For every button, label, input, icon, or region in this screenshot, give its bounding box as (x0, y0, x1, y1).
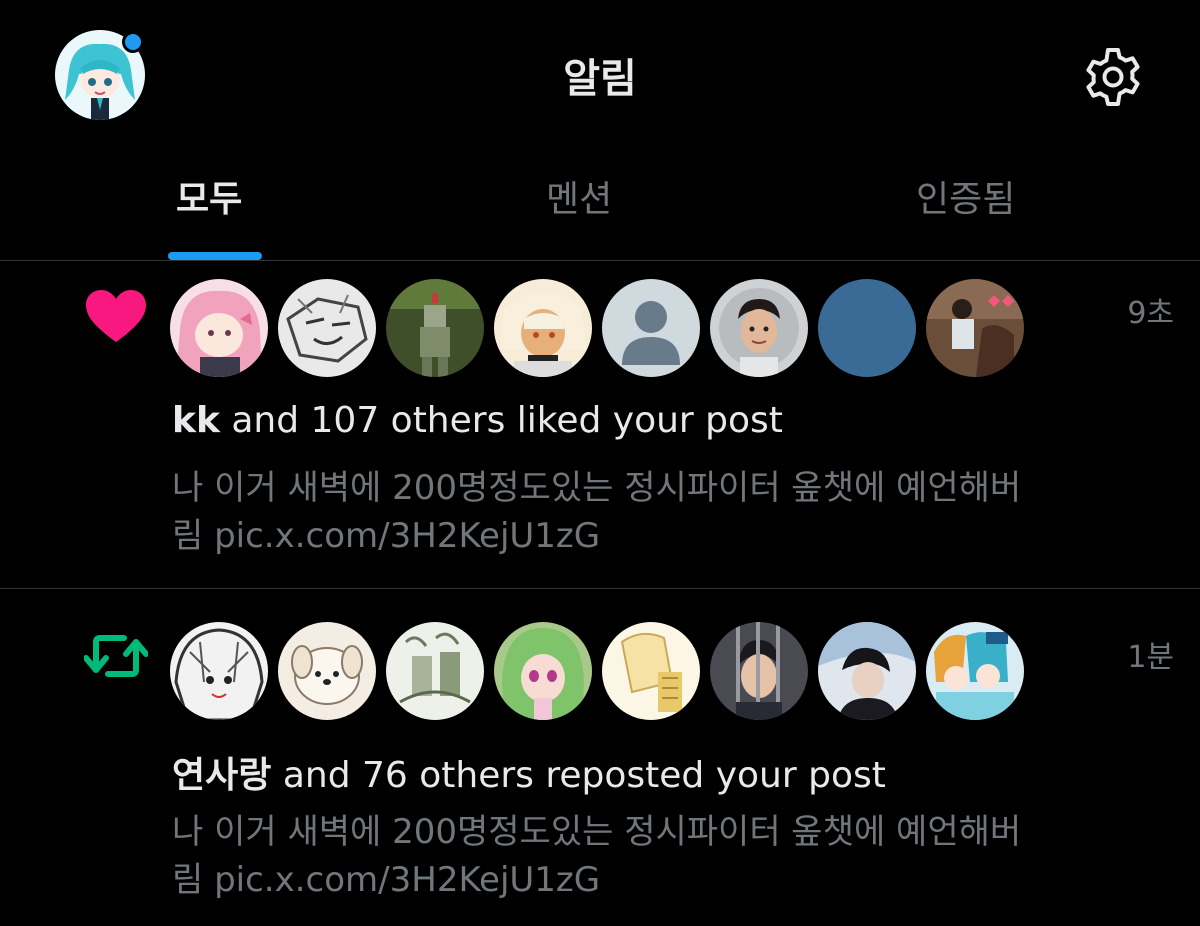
avatar[interactable] (386, 622, 484, 720)
avatar[interactable] (278, 279, 376, 377)
avatar[interactable] (818, 279, 916, 377)
notification-repost[interactable]: 1분 연사랑 and 76 others reposted your post … (0, 590, 1200, 926)
avatar[interactable] (602, 622, 700, 720)
post-preview: 나 이거 새벽에 200명정도있는 정시파이터 옾챗에 예언해버 림 pic.x… (172, 464, 1172, 560)
default-avatar[interactable] (602, 279, 700, 377)
action-text: and 76 others reposted your post (271, 755, 886, 796)
actor-name[interactable]: 연사랑 (172, 755, 271, 796)
avatar[interactable] (386, 279, 484, 377)
post-preview-line: 나 이거 새벽에 200명정도있는 정시파이터 옾챗에 예언해버 (172, 468, 1022, 508)
heart-icon (84, 288, 148, 348)
timestamp: 1분 (1127, 640, 1174, 675)
avatar[interactable] (494, 279, 592, 377)
avatar[interactable] (818, 622, 916, 720)
liker-avatars (170, 279, 1030, 379)
avatar[interactable] (926, 279, 1024, 377)
notification-summary: 연사랑 and 76 others reposted your post (172, 746, 886, 798)
notification-summary: kk and 107 others liked your post (172, 400, 783, 441)
actor-name[interactable]: kk (172, 400, 220, 441)
gear-icon[interactable] (1082, 46, 1144, 108)
avatar[interactable] (710, 279, 808, 377)
post-preview: 나 이거 새벽에 200명정도있는 정시파이터 옾챗에 예언해버 림 pic.x… (172, 808, 1172, 904)
tab-mentions[interactable]: 멘션 (546, 178, 612, 238)
tab-all[interactable]: 모두 (176, 178, 242, 238)
action-text: and 107 others liked your post (219, 400, 783, 441)
avatar[interactable] (170, 279, 268, 377)
tab-bar: 모두 멘션 인증됨 (0, 150, 1200, 261)
avatar[interactable] (926, 622, 1024, 720)
post-preview-line: 나 이거 새벽에 200명정도있는 정시파이터 옾챗에 예언해버 (172, 812, 1022, 852)
post-preview-line: 림 pic.x.com/3H2KejU1zG (172, 516, 601, 556)
tab-verified[interactable]: 인증됨 (916, 178, 1015, 238)
avatar[interactable] (494, 622, 592, 720)
post-preview-line: 림 pic.x.com/3H2KejU1zG (172, 860, 601, 900)
header: 알림 (0, 0, 1200, 150)
active-tab-indicator (168, 252, 262, 260)
notification-like[interactable]: 9초 kk and 107 others liked your post 나 이… (0, 262, 1200, 589)
avatar[interactable] (710, 622, 808, 720)
avatar[interactable] (170, 622, 268, 720)
reposter-avatars (170, 622, 1030, 722)
page-title: 알림 (563, 56, 637, 102)
timestamp: 9초 (1127, 296, 1174, 331)
repost-icon (83, 626, 149, 686)
avatar[interactable] (278, 622, 376, 720)
